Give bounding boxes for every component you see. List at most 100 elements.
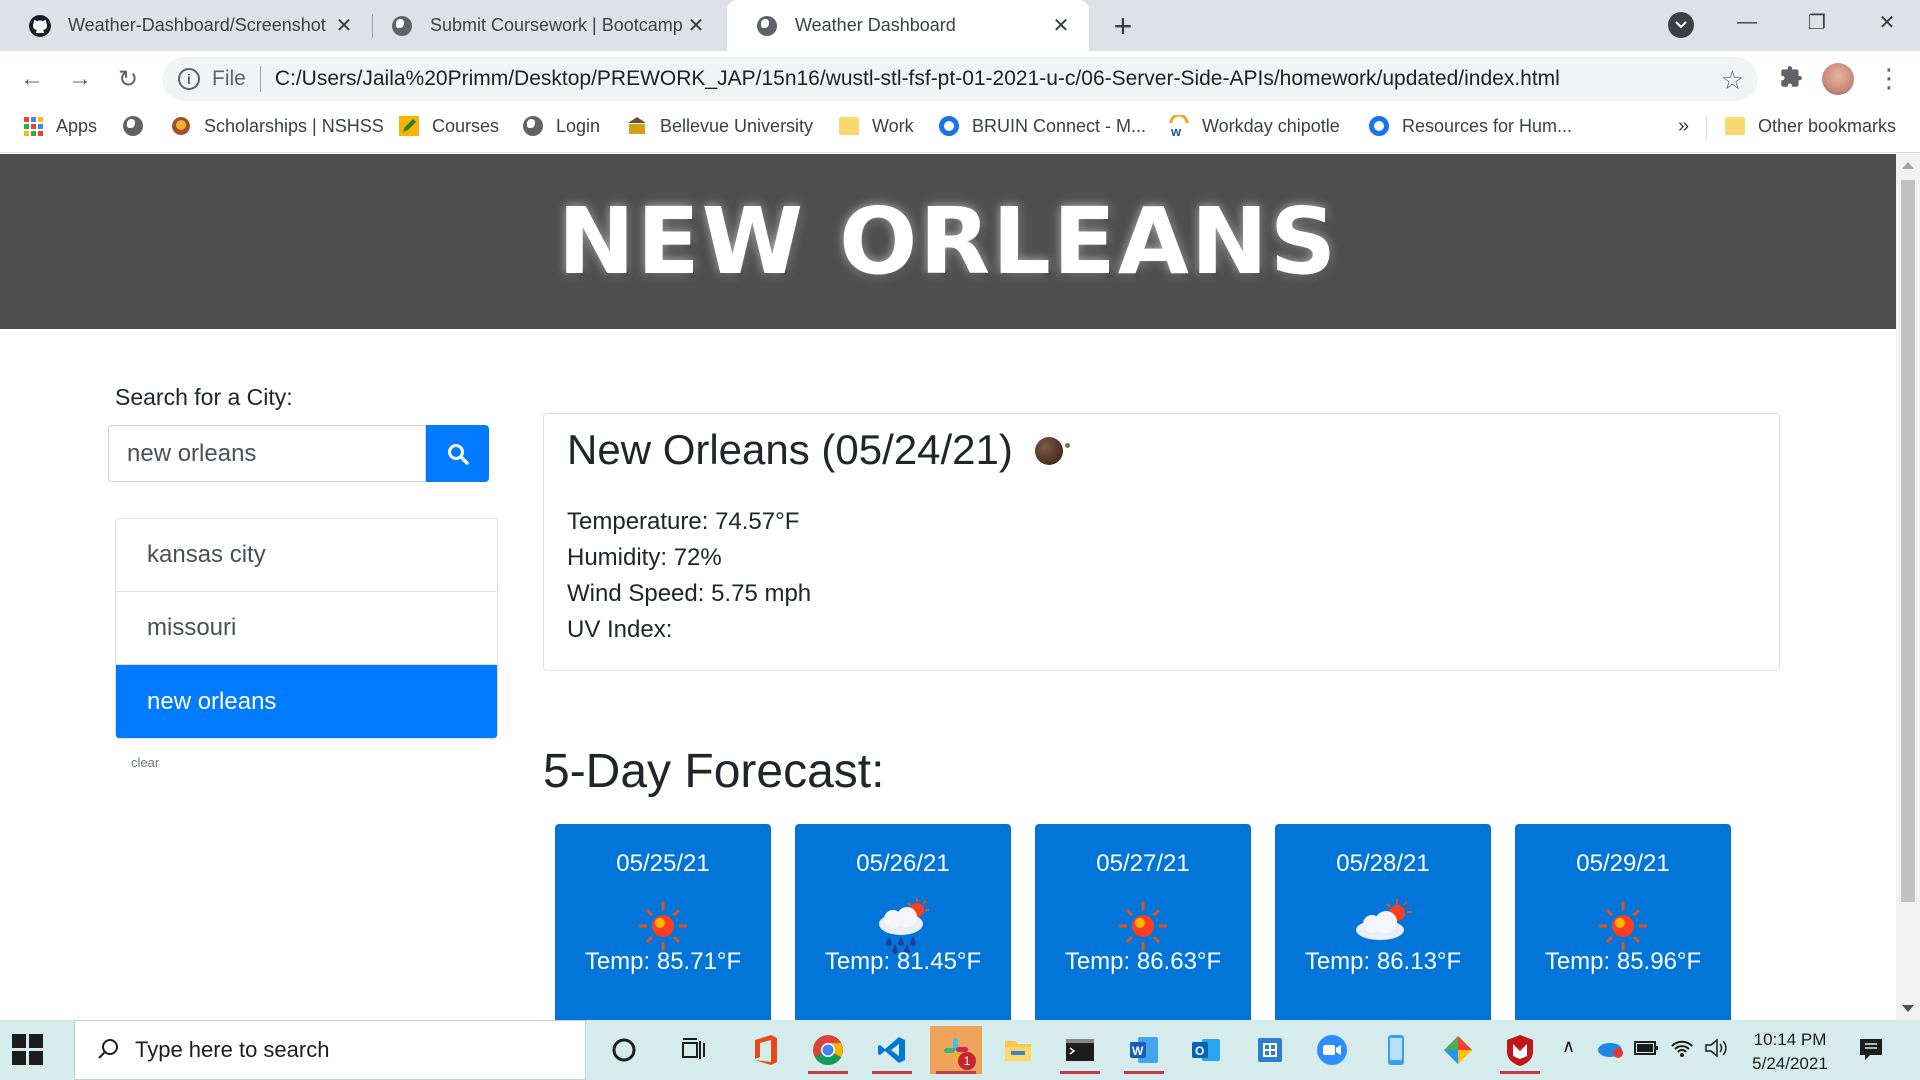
- forecast-date: 05/26/21: [856, 850, 950, 877]
- forecast-heading: 5-Day Forecast:: [543, 745, 885, 798]
- url-scheme: File: [212, 67, 246, 90]
- restore-icon[interactable]: ❐: [1786, 0, 1848, 44]
- hero-banner: NEW ORLEANS: [0, 154, 1896, 329]
- git-kraken-icon[interactable]: [1432, 1026, 1484, 1074]
- bookmark-bruin-connect[interactable]: BRUIN Connect - M...: [938, 107, 1146, 145]
- bookmark-courses[interactable]: Courses: [398, 107, 499, 145]
- forecast-card: 05/29/21 Temp: 85.96°F: [1515, 824, 1731, 1020]
- bookmark-workday[interactable]: w Workday chipotle: [1168, 107, 1340, 145]
- active-app-indicator: [1124, 1071, 1164, 1074]
- back-icon[interactable]: ←: [12, 59, 52, 99]
- clock-date: 5/24/2021: [1752, 1054, 1828, 1073]
- mcafee-icon[interactable]: [1494, 1026, 1546, 1074]
- url-text[interactable]: C:/Users/Jaila%20Primm/Desktop/PREWORK_J…: [275, 67, 1560, 91]
- history-item-missouri[interactable]: missouri: [116, 592, 497, 665]
- system-clock[interactable]: 10:14 PM 5/24/2021: [1735, 1028, 1845, 1076]
- clock-time: 10:14 PM: [1753, 1030, 1827, 1049]
- search-label: Search for a City:: [115, 384, 293, 410]
- city-search-input[interactable]: [108, 425, 426, 482]
- tray-overflow-chevron-icon[interactable]: ∧: [1562, 1036, 1575, 1057]
- windows-start-icon[interactable]: [12, 1034, 44, 1066]
- bookmark-work[interactable]: Work: [838, 107, 914, 145]
- tab-search-icon[interactable]: [1668, 12, 1694, 38]
- apps-grid-icon: [22, 115, 44, 137]
- globe-icon: [390, 14, 414, 38]
- outlook-icon[interactable]: O: [1180, 1026, 1232, 1074]
- forecast-temp: Temp: 85.71°F: [584, 948, 742, 975]
- address-bar[interactable]: i File C:/Users/Jaila%20Primm/Desktop/PR…: [162, 57, 1758, 101]
- search-button[interactable]: [426, 425, 489, 482]
- taskbar-search-box[interactable]: Type here to search: [74, 1020, 586, 1080]
- phone-device-icon[interactable]: [1370, 1026, 1422, 1074]
- chrome-icon[interactable]: [802, 1026, 854, 1074]
- bookmark-apps[interactable]: Apps: [22, 107, 97, 145]
- globe-icon: [522, 115, 544, 137]
- scrollbar-thumb[interactable]: [1901, 180, 1915, 902]
- reload-icon[interactable]: ↻: [108, 59, 148, 99]
- bookmark-scholarships[interactable]: Scholarships | NSHSS: [170, 107, 384, 145]
- close-tab-icon[interactable]: ✕: [1047, 12, 1075, 40]
- file-explorer-icon[interactable]: [992, 1026, 1044, 1074]
- profile-avatar[interactable]: [1822, 63, 1854, 95]
- bookmark-star-icon[interactable]: ☆: [1721, 65, 1744, 96]
- search-icon: [98, 1039, 118, 1059]
- forecast-temp: Temp: 81.45°F: [824, 948, 982, 975]
- bookmark-login[interactable]: Login: [522, 107, 600, 145]
- extensions-puzzle-icon[interactable]: [1778, 64, 1806, 92]
- folder-icon: [838, 115, 860, 137]
- tab-weather-dashboard[interactable]: Weather Dashboard ✕: [727, 0, 1089, 51]
- close-window-icon[interactable]: ✕: [1856, 0, 1918, 44]
- forward-icon[interactable]: →: [60, 59, 100, 99]
- bookmarks-bar: Apps Scholarships | NSHSS Courses Login …: [0, 107, 1920, 153]
- terminal-icon[interactable]: [1054, 1026, 1106, 1074]
- humidity-text: Humidity: 72%: [567, 544, 722, 571]
- vscode-icon[interactable]: [866, 1026, 918, 1074]
- wifi-icon[interactable]: [1670, 1038, 1694, 1063]
- tab-submit-coursework[interactable]: Submit Coursework | Bootcamp S ✕: [362, 0, 724, 51]
- new-tab-button[interactable]: +: [1105, 8, 1141, 44]
- page-scrollbar[interactable]: [1896, 154, 1920, 1020]
- scroll-down-arrow-icon[interactable]: [1902, 1005, 1914, 1012]
- omnibox-divider: [259, 66, 261, 92]
- ring-icon: [1368, 115, 1390, 137]
- bookmark-bellevue[interactable]: Bellevue University: [626, 107, 813, 145]
- globe-icon: [755, 14, 779, 38]
- forecast-temp: Temp: 86.13°F: [1304, 948, 1462, 975]
- close-tab-icon[interactable]: ✕: [330, 12, 358, 40]
- word-icon[interactable]: W: [1118, 1026, 1170, 1074]
- history-item-kansas-city[interactable]: kansas city: [116, 519, 497, 592]
- onedrive-icon[interactable]: [1596, 1038, 1624, 1063]
- bookmark-globe[interactable]: [122, 107, 156, 145]
- notification-center-icon[interactable]: [1857, 1036, 1885, 1062]
- bookmark-other[interactable]: Other bookmarks: [1724, 107, 1896, 145]
- browser-menu-icon[interactable]: ⋮: [1876, 64, 1902, 92]
- bellevue-logo-icon: [626, 115, 648, 137]
- task-view-icon[interactable]: [668, 1026, 720, 1074]
- bookmark-resources[interactable]: Resources for Hum...: [1368, 107, 1572, 145]
- battery-icon[interactable]: [1634, 1038, 1660, 1063]
- ring-icon: [938, 115, 960, 137]
- cortana-icon[interactable]: [598, 1026, 650, 1074]
- info-icon[interactable]: i: [178, 68, 200, 90]
- clear-history-link[interactable]: clear: [131, 755, 159, 770]
- close-tab-icon[interactable]: ✕: [682, 12, 710, 40]
- volume-icon[interactable]: [1704, 1038, 1728, 1063]
- active-app-indicator: [1060, 1071, 1100, 1074]
- store-calculator-icon[interactable]: [1244, 1026, 1296, 1074]
- workday-icon: w: [1168, 115, 1190, 137]
- tab-weather-dashboard-screenshot[interactable]: Weather-Dashboard/Screenshot ✕: [0, 0, 372, 51]
- office-icon[interactable]: [740, 1026, 792, 1074]
- scroll-up-arrow-icon[interactable]: [1902, 162, 1914, 169]
- slack-icon[interactable]: 1: [930, 1026, 982, 1074]
- browser-toolbar: ← → ↻ i File C:/Users/Jaila%20Primm/Desk…: [0, 51, 1920, 107]
- zoom-icon[interactable]: [1306, 1026, 1358, 1074]
- search-history-list: kansas city missouri new orleans: [115, 518, 498, 739]
- active-app-indicator: [808, 1071, 848, 1074]
- history-item-new-orleans[interactable]: new orleans: [116, 665, 497, 738]
- bookmarks-overflow-button[interactable]: »: [1678, 107, 1689, 145]
- minimize-icon[interactable]: —: [1716, 0, 1778, 44]
- github-icon: [28, 14, 52, 38]
- current-weather-card: New Orleans (05/24/21) Temperature: 74.5…: [543, 413, 1780, 671]
- active-app-indicator: [936, 1071, 976, 1074]
- forecast-card: 05/26/21 Temp: 81.45°F: [795, 824, 1011, 1020]
